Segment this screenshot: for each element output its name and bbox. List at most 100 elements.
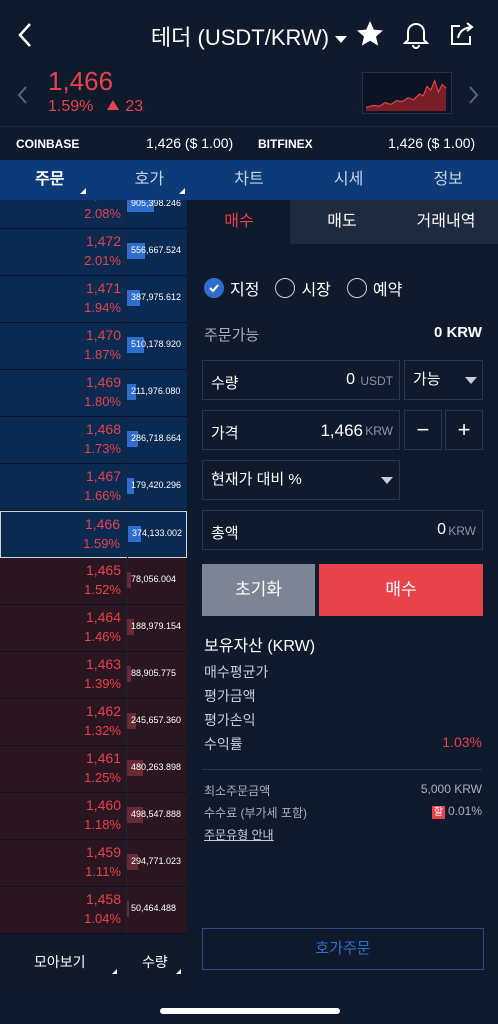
orderbook-row[interactable]: 1,460 1.18% 498,547.888 <box>0 793 187 840</box>
volume-bar <box>127 901 129 917</box>
order-type-guide-link[interactable]: 주문유형 안내 <box>204 828 274 842</box>
orderbook-volume: 286,718.664 <box>131 433 182 443</box>
orderbook-price: 1,464 <box>85 609 121 625</box>
orderbook-price: 1,462 <box>85 703 121 719</box>
subtab-buy[interactable]: 매수 <box>188 200 290 244</box>
subtab-sell[interactable]: 매도 <box>290 200 394 244</box>
total-field[interactable]: 총액 0 KRW <box>202 510 483 550</box>
exchange-name: BITFINEX <box>258 137 313 151</box>
price-value: 1,466 <box>320 421 363 440</box>
exchange-value: 1,426 ($ 1.00) <box>388 135 476 151</box>
orderbook-price: 1,469 <box>85 374 121 390</box>
orderbook-order-button[interactable]: 호가주문 <box>202 928 484 970</box>
orderbook-row[interactable]: 1,473 2.08% 905,398.246 <box>0 200 187 229</box>
orderbook-row[interactable]: 1,459 1.11% 294,771.023 <box>0 840 187 887</box>
asset-label: 수익률 <box>204 736 243 752</box>
orderbook-row[interactable]: 1,466 1.59% 374,133.002 <box>0 511 187 559</box>
orderbook-rate: 1.94% <box>84 300 121 315</box>
volume-cell: 78,056.004 <box>126 558 187 605</box>
star-icon[interactable] <box>354 18 386 50</box>
sparkline-chart[interactable] <box>362 72 452 114</box>
volume-cell: 50,464.488 <box>126 887 187 934</box>
price-label: 가격 <box>211 425 239 442</box>
orderbook-volume: 245,657.360 <box>131 715 182 725</box>
home-indicator[interactable] <box>160 1008 340 1014</box>
corner-indicator-icon <box>176 969 181 974</box>
orderbook-rate: 1.66% <box>84 488 121 503</box>
quantity-select[interactable]: 가능 <box>404 360 483 400</box>
orderbook-price: 1,460 <box>85 797 121 813</box>
quantity-unit: USDT <box>360 374 393 388</box>
chevron-left-icon[interactable] <box>16 84 30 106</box>
orderbook-rate: 2.08% <box>84 206 121 221</box>
orderbook-volume: 188,979.154 <box>131 621 182 631</box>
price-field[interactable]: 가격 1,466 KRW <box>202 410 400 450</box>
orderbook-row[interactable]: 1,462 1.32% 245,657.360 <box>0 699 187 746</box>
price-decrease-button[interactable]: − <box>404 410 442 450</box>
tab-order[interactable]: 주문 <box>0 160 100 200</box>
share-icon[interactable] <box>446 18 478 50</box>
fee-row: 수수료 (부가세 포함) 할 0.01% <box>204 804 482 826</box>
orderbook-row[interactable]: 1,470 1.87% 510,178.920 <box>0 323 187 370</box>
radio-limit[interactable]: 지정 <box>204 276 259 300</box>
orderbook-price: 1,468 <box>85 421 121 437</box>
orderbook-volume: 88,905.775 <box>131 668 177 678</box>
tab-orderbook[interactable]: 호가 <box>100 160 200 200</box>
assets-title: 보유자산 (KRW) <box>204 638 316 655</box>
reset-button[interactable]: 초기화 <box>202 564 315 616</box>
volume-cell: 480,263.898 <box>126 746 187 793</box>
orderbook-price: 1,467 <box>85 468 121 484</box>
orderbook-rate: 1.39% <box>84 676 121 691</box>
tab-market[interactable]: 시세 <box>299 160 399 200</box>
orderbook-row[interactable]: 1,464 1.46% 188,979.154 <box>0 605 187 652</box>
change-amount: 23 <box>125 98 144 115</box>
quantity-toggle[interactable]: 수량 <box>142 952 168 972</box>
chevron-down-icon <box>335 35 348 43</box>
subtab-history[interactable]: 거래내역 <box>394 200 498 244</box>
corner-indicator-icon <box>112 969 117 974</box>
volume-cell: 88,905.775 <box>126 652 187 699</box>
tab-info[interactable]: 정보 <box>398 160 498 200</box>
min-order-row: 최소주문금액 5,000 KRW <box>204 782 482 804</box>
orderbook-row[interactable]: 1,467 1.66% 179,420.296 <box>0 464 187 511</box>
min-order-label: 최소주문금액 <box>204 784 271 798</box>
orderbook-row[interactable]: 1,458 1.04% 50,464.488 <box>0 887 187 934</box>
asset-row: 매수평균가 <box>204 662 482 686</box>
orderbook-footer: 모아보기 수량 <box>0 940 187 982</box>
orderbook[interactable]: 1,473 2.08% 905,398.246 1,472 2.01% 556,667.5… <box>0 200 187 940</box>
orderbook-row[interactable]: 1,471 1.94% 387,975.612 <box>0 276 187 323</box>
orderbook-row[interactable]: 1,463 1.39% 88,905.775 <box>0 652 187 699</box>
quantity-field[interactable]: 수량 0 USDT <box>202 360 400 400</box>
buy-button[interactable]: 매수 <box>319 564 483 616</box>
asset-label: 매수평균가 <box>204 664 269 680</box>
orderbook-row[interactable]: 1,468 1.73% 286,718.664 <box>0 417 187 464</box>
radio-market[interactable]: 시장 <box>275 276 331 300</box>
group-view-toggle[interactable]: 모아보기 <box>34 952 86 972</box>
bell-icon[interactable] <box>400 18 432 50</box>
top-bar: 테더 (USDT/KRW) <box>0 0 498 70</box>
change-percent: 1.59% <box>48 98 94 115</box>
orderbook-price: 1,472 <box>85 233 121 249</box>
percent-select[interactable]: 현재가 대비 % <box>202 460 400 500</box>
orderbook-row[interactable]: 1,472 2.01% 556,667.524 <box>0 229 187 276</box>
orderbook-row[interactable]: 1,465 1.52% 78,056.004 <box>0 558 187 605</box>
tab-label: 정보 <box>433 171 463 188</box>
price-unit: KRW <box>365 424 393 438</box>
radio-reserve[interactable]: 예약 <box>346 276 402 300</box>
radio-circle-icon <box>346 278 367 298</box>
orderbook-volume: 905,398.246 <box>131 200 182 208</box>
asset-value: 1.03% <box>442 734 482 750</box>
orderbook-volume: 510,178.920 <box>131 339 182 349</box>
orderbook-rate: 1.25% <box>84 770 121 785</box>
orderbook-row[interactable]: 1,469 1.80% 211,976.080 <box>0 370 187 417</box>
orderbook-rate: 1.18% <box>84 817 121 832</box>
exchange-name: COINBASE <box>16 137 80 151</box>
price-increase-button[interactable]: + <box>445 410 483 450</box>
orderbook-price: 1,459 <box>85 844 121 860</box>
quantity-select-label: 가능 <box>413 371 441 388</box>
orderbook-row[interactable]: 1,461 1.25% 480,263.898 <box>0 746 187 793</box>
tab-chart[interactable]: 차트 <box>199 160 299 200</box>
asset-row: 평가금액 <box>204 686 482 710</box>
chevron-right-icon[interactable] <box>466 84 480 106</box>
total-value: 0 <box>437 521 446 538</box>
